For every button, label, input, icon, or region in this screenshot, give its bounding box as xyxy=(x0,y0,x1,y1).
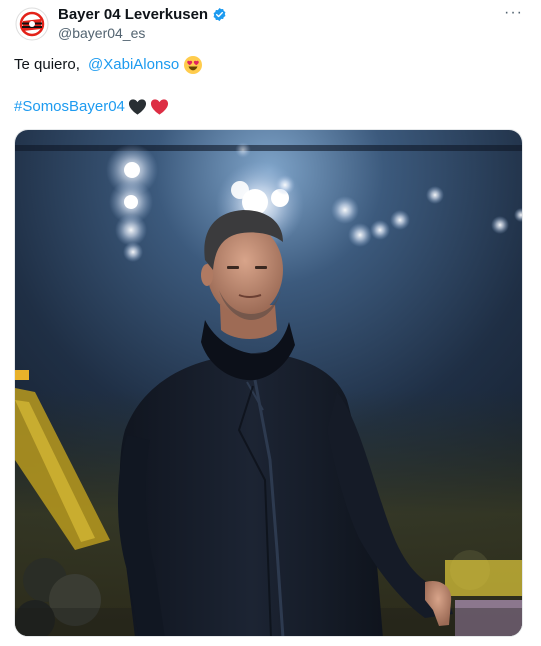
photo-image xyxy=(15,130,522,636)
verified-badge-icon xyxy=(212,7,227,22)
tweet-photo[interactable] xyxy=(14,129,523,637)
black-heart-emoji xyxy=(128,98,147,116)
tweet-card[interactable]: Bayer 04 Leverkusen @bayer04_es ··· Te q… xyxy=(0,0,541,646)
tweet-text: Te quiero, @XabiAlonso #SomosBayer04 xyxy=(14,55,524,115)
heart-eyes-emoji xyxy=(183,55,203,75)
hashtag-link[interactable]: #SomosBayer04 xyxy=(14,97,125,117)
club-crest-icon xyxy=(15,7,49,41)
mention-link[interactable]: @XabiAlonso xyxy=(88,55,179,75)
tweet-text-prefix: Te quiero, xyxy=(14,56,85,73)
red-heart-emoji xyxy=(150,98,169,116)
author-handle[interactable]: @bayer04_es xyxy=(58,25,145,41)
more-options-icon[interactable]: ··· xyxy=(504,4,523,22)
author-display-name[interactable]: Bayer 04 Leverkusen xyxy=(58,6,208,23)
avatar[interactable] xyxy=(14,6,50,42)
